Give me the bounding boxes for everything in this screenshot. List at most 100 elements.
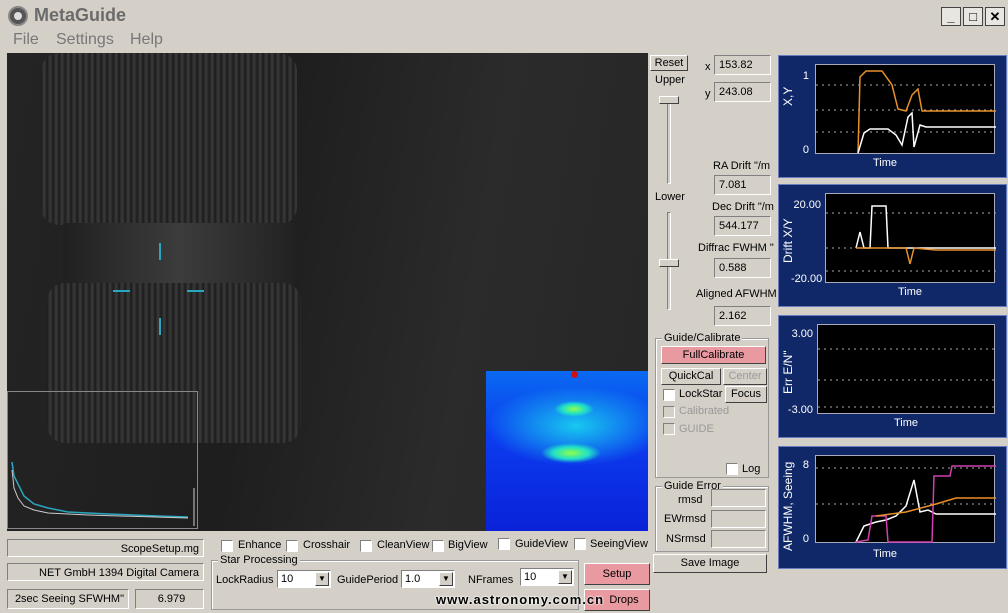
lower-slider-thumb[interactable]: [659, 259, 679, 267]
log-label: Log: [742, 463, 761, 475]
seeingview-label: SeeingView: [590, 538, 648, 550]
bigview-checkbox[interactable]: [432, 540, 444, 552]
plot-seeing: AFWHM, Seeing 8 0 Time: [778, 446, 1007, 569]
ra-drift-value: 7.081: [714, 175, 771, 195]
calibrated-checkbox[interactable]: [663, 406, 675, 418]
plot-drift-ylabel: Drift X/Y: [781, 218, 795, 263]
dec-drift-value: 544.177: [714, 216, 771, 236]
menu-settings[interactable]: Settings: [56, 31, 114, 49]
menu-help[interactable]: Help: [130, 31, 163, 49]
nsrmsd-value: [711, 530, 766, 548]
focus-button[interactable]: Focus: [725, 386, 767, 403]
crosshair-label: Crosshair: [303, 539, 351, 551]
upper-slider-thumb[interactable]: [659, 96, 679, 104]
aligned-afwhm-value: 2.162: [714, 306, 771, 326]
menu-bar: File Settings Help: [0, 29, 1008, 51]
menu-file[interactable]: File: [13, 31, 39, 49]
plot-xy-xlabel: Time: [872, 157, 898, 169]
star-marker: [571, 371, 578, 378]
crosshair-checkbox[interactable]: [286, 540, 298, 552]
plot-drift-tick-bottom: -20.00: [791, 273, 823, 285]
guide-checkbox[interactable]: [663, 423, 675, 435]
close-button[interactable]: ✕: [985, 7, 1005, 26]
nframes-select[interactable]: 10 ▼: [520, 568, 574, 586]
plot-xy: X,Y 1 0 Time: [778, 55, 1007, 178]
lock-radius-select[interactable]: 10 ▼: [277, 570, 331, 588]
reset-button[interactable]: Reset: [650, 55, 688, 71]
cleanview-label: CleanView: [377, 539, 430, 551]
plot-drift-xlabel: Time: [897, 286, 923, 298]
plot-err: Err E/N" 3.00 -3.00 Time: [778, 315, 1007, 438]
title-bar: MetaGuide _ □ ✕: [0, 0, 1008, 32]
guideview-label: GuideView: [515, 538, 568, 550]
plot-drift-tick-top: 20.00: [793, 199, 821, 211]
window-title: MetaGuide: [34, 5, 127, 25]
enhance-label: Enhance: [238, 539, 282, 551]
camera-name: NET GmbH 1394 Digital Camera: [7, 563, 204, 581]
plot-err-tick-top: 3.00: [791, 328, 813, 340]
lower-label: Lower: [655, 191, 685, 203]
crosshair-right: [187, 290, 204, 292]
guide-period-label: GuidePeriod: [337, 574, 399, 586]
crosshair-left: [113, 290, 130, 292]
guideview-checkbox[interactable]: [498, 538, 510, 550]
diffrac-fwhm-value: 0.588: [714, 258, 771, 278]
ewrmsd-value: [711, 510, 766, 528]
x-value: 153.82: [714, 55, 771, 75]
plot-err-area: [817, 324, 996, 414]
star-thermal-view: [486, 371, 648, 531]
plot-seeing-xlabel: Time: [872, 548, 898, 560]
crosshair-top: [159, 243, 161, 260]
plot-xy-tick-bottom: 0: [802, 144, 809, 156]
chevron-down-icon: ▼: [439, 572, 453, 586]
rmsd-label: rmsd: [678, 494, 703, 506]
focuser-knob-top: [41, 53, 297, 225]
plot-xy-ylabel: X,Y: [781, 86, 795, 106]
lock-star-checkbox[interactable]: [663, 389, 675, 401]
focuser-shaft: [63, 223, 295, 285]
ra-drift-label: RA Drift "/m: [713, 160, 771, 172]
enhance-checkbox[interactable]: [221, 540, 233, 552]
quick-cal-button[interactable]: QuickCal: [661, 368, 721, 385]
plot-err-tick-bottom: -3.00: [787, 404, 813, 416]
lock-star-label: LockStar: [679, 388, 723, 400]
scope-file: ScopeSetup.mg: [7, 539, 204, 557]
bigview-label: BigView: [448, 539, 488, 551]
guide-period-select[interactable]: 1.0 ▼: [401, 570, 455, 588]
plot-drift-area: [825, 193, 996, 283]
upper-slider-track[interactable]: [667, 96, 671, 184]
dec-drift-label: Dec Drift "/m: [712, 201, 774, 213]
camera-view[interactable]: [7, 53, 648, 531]
maximize-button[interactable]: □: [963, 7, 983, 26]
plot-seeing-area: [815, 455, 996, 543]
y-value: 243.08: [714, 82, 771, 102]
nsrmsd-label: NSrmsd: [666, 533, 706, 545]
app-icon: [8, 6, 28, 26]
watermark: www.astronomy.com.cn: [436, 592, 605, 607]
plot-xy-tick-top: 1: [802, 70, 809, 82]
y-label: y: [705, 88, 711, 100]
log-checkbox[interactable]: [726, 463, 738, 475]
full-calibrate-button[interactable]: FullCalibrate: [661, 346, 766, 364]
calibrated-label: Calibrated: [679, 405, 730, 417]
save-image-button[interactable]: Save Image: [653, 554, 767, 573]
seeing-label: 2sec Seeing SFWHM": [7, 589, 129, 609]
chevron-down-icon: ▼: [558, 570, 572, 584]
center-button[interactable]: Center: [723, 368, 767, 385]
chevron-down-icon: ▼: [315, 572, 329, 586]
lock-radius-label: LockRadius: [216, 574, 274, 586]
x-label: x: [705, 61, 711, 73]
aligned-afwhm-label: Aligned AFWHM ": [696, 288, 784, 300]
setup-button[interactable]: Setup: [584, 563, 650, 585]
seeingview-checkbox[interactable]: [574, 538, 586, 550]
minimize-button[interactable]: _: [941, 7, 961, 26]
guide-label: GUIDE: [679, 423, 714, 435]
seeing-value: 6.979: [135, 589, 204, 609]
plot-err-ylabel: Err E/N": [781, 350, 795, 394]
star-processing-title: Star Processing: [218, 554, 300, 566]
upper-label: Upper: [655, 74, 685, 86]
plot-xy-area: [815, 64, 996, 154]
diffrac-fwhm-label: Diffrac FWHM ": [698, 242, 774, 254]
crosshair-bottom: [159, 318, 161, 335]
cleanview-checkbox[interactable]: [360, 540, 372, 552]
